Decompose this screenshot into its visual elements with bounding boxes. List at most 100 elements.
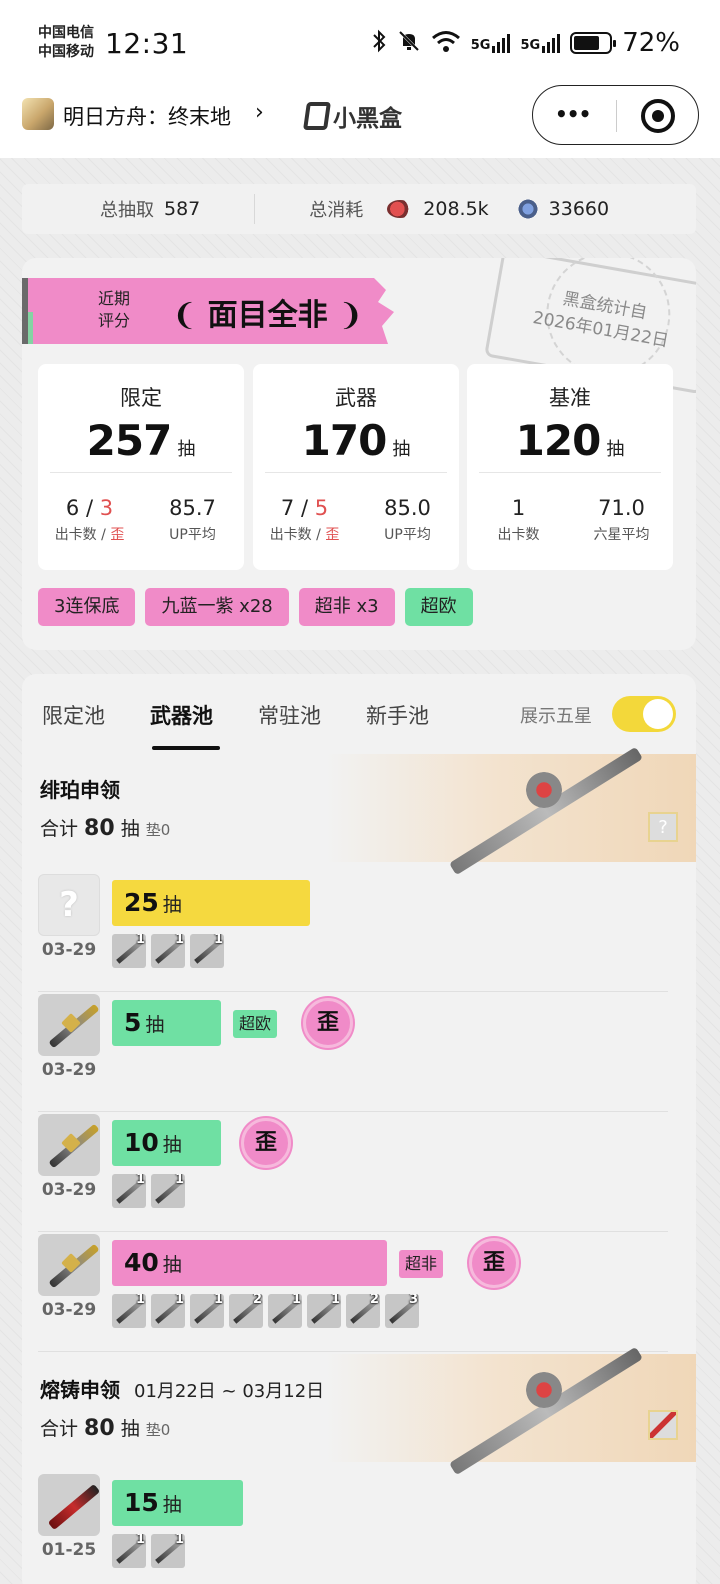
item-icon[interactable]: 1 [151, 934, 185, 968]
stat-box-0: 限定 257 抽 6 / 3 出卡数 / 歪 85.7 UP平均 [38, 364, 244, 570]
total-cost: 总消耗 208.5k 33660 [309, 194, 610, 224]
pool-total-label: 合计 [40, 1418, 85, 1440]
score-banner: 近期 评分 ❨ 面目全非 ❩ [22, 278, 394, 344]
brand-name: 小黑盒 [333, 106, 402, 132]
clock: 12:31 [105, 27, 189, 60]
signal-icon: 5G [471, 33, 511, 53]
status-icons: 5G 5G 72% [371, 28, 680, 58]
total-pulls: 总抽取 587 [100, 196, 200, 222]
summary-tag: 超非 x3 [298, 588, 395, 626]
pool-total-unit: 抽 [114, 818, 140, 840]
record-thumbnail [38, 994, 100, 1056]
weapon-blade [449, 746, 643, 876]
wifi-icon [431, 29, 461, 58]
summary-tag: 3连保底 [38, 588, 136, 626]
item-icon[interactable]: 1 [112, 1294, 146, 1328]
total-pulls-value: 587 [164, 198, 201, 220]
battery-icon [570, 32, 617, 54]
stat-left-value: 7 / 5 [253, 496, 356, 520]
currency-b-icon [513, 194, 542, 224]
laurel-left-icon: ❨ [172, 298, 198, 333]
capsule-divider [616, 100, 617, 132]
pull-record[interactable]: ? 03-29 25 抽 1 1 1 [38, 874, 668, 992]
pull-unit: 抽 [162, 1254, 182, 1276]
carrier-info: 中国电信 中国移动 [38, 24, 94, 62]
pull-count-bar: 15 抽 [112, 1480, 243, 1526]
item-icon[interactable]: 1 [112, 1174, 146, 1208]
item-icon[interactable]: 1 [268, 1294, 302, 1328]
tab-1[interactable]: 武器池 [150, 700, 213, 730]
close-miniprogram-button[interactable] [641, 99, 675, 133]
stat-key-red: 歪 [325, 527, 340, 543]
weapon-hilt [526, 772, 562, 808]
stat-right-key: UP平均 [384, 527, 431, 543]
stat-total: 120 抽 [467, 416, 673, 465]
item-icon[interactable]: 1 [151, 1534, 185, 1568]
stat-right-value: 85.7 [169, 496, 216, 520]
pool-banner: 熔铸申领 01月22日 ~ 03月12日 合计 80 抽垫0 [22, 1346, 696, 1476]
pool-tabs: 限定池 武器池 常驻池 新手池 展示五星 [22, 674, 696, 754]
item-icon[interactable]: 1 [112, 934, 146, 968]
item-icon[interactable]: 1 [190, 1294, 224, 1328]
mute-icon [397, 29, 421, 58]
pull-record[interactable]: 03-29 5 抽超欧歪 [38, 994, 668, 1112]
item-icon[interactable]: 1 [112, 1534, 146, 1568]
item-icon[interactable]: 2 [229, 1294, 263, 1328]
pool-name: 熔铸申领 [40, 1378, 120, 1402]
pull-count-bar: 5抽 [112, 1000, 221, 1046]
pull-record[interactable]: 03-29 40 抽超非歪 1 1 1 2 1 1 2 3 [38, 1234, 668, 1352]
stat-obtained: 1 [511, 496, 526, 520]
item-icon[interactable]: 1 [190, 934, 224, 968]
pull-record[interactable]: 01-25 15 抽 1 1 [38, 1474, 668, 1584]
signal-icon: 5G [520, 33, 561, 53]
item-icon[interactable]: 1 [151, 1294, 185, 1328]
stat-title: 限定 [120, 386, 162, 410]
stat-total: 170 抽 [253, 416, 459, 465]
carrier-2: 中国移动 [38, 44, 94, 60]
chevron-right-icon[interactable]: › [255, 100, 264, 125]
tab-3[interactable]: 新手池 [366, 700, 429, 730]
item-icon[interactable]: 2 [346, 1294, 380, 1328]
pull-count-bar: 25 抽 [112, 880, 310, 926]
stat-key-red: 歪 [110, 527, 125, 543]
item-count: 1 [174, 934, 184, 947]
record-thumbnail: ? [38, 874, 100, 936]
pull-record[interactable]: 03-29 10 抽歪 1 1 [38, 1114, 668, 1232]
record-items: 11 [112, 1534, 185, 1568]
weapon-hilt [526, 1372, 562, 1408]
off-banner-badge: 歪 [303, 998, 353, 1048]
page-content: 总抽取 587 总消耗 208.5k 33660 黑盒统计自 2026年01月2… [0, 158, 720, 1584]
pool-total-unit: 抽 [114, 1418, 140, 1440]
item-icon[interactable]: 1 [151, 1174, 185, 1208]
pull-count: 25 [124, 888, 159, 917]
off-banner-badge: 歪 [241, 1118, 291, 1168]
record-date: 03-29 [41, 1300, 97, 1320]
more-options-button[interactable]: ••• [555, 102, 591, 126]
pool-item-icon[interactable] [648, 1410, 678, 1440]
cost-b-value: 33660 [548, 198, 610, 220]
item-icon[interactable]: 1 [307, 1294, 341, 1328]
pool-item-icon[interactable]: ? [648, 812, 678, 842]
capsule-menu: ••• [532, 85, 699, 145]
brand-logo: 小黑盒 [303, 99, 402, 133]
stat-total: 257 抽 [38, 416, 244, 465]
pull-count: 15 [124, 1488, 159, 1517]
item-count: 2 [369, 1294, 379, 1307]
item-count: 1 [174, 1534, 184, 1547]
toggle-knob [643, 699, 673, 729]
pool-title: 熔铸申领 01月22日 ~ 03月12日 [40, 1374, 324, 1403]
stat-left: 1 出卡数 [467, 496, 570, 544]
stat-divider [50, 472, 232, 473]
stat-obtained: 7 [280, 496, 295, 520]
pool-total: 合计 80 抽垫0 [40, 1414, 170, 1441]
tab-0[interactable]: 限定池 [42, 700, 105, 730]
tab-2[interactable]: 常驻池 [258, 700, 321, 730]
luck-badge: 超欧 [233, 1010, 278, 1038]
app-name[interactable]: 明日方舟：终末地 [63, 101, 231, 131]
carrier-1: 中国电信 [38, 25, 94, 41]
show-five-star-toggle[interactable] [612, 696, 676, 732]
item-icon[interactable]: 3 [385, 1294, 419, 1328]
record-thumbnail [38, 1234, 100, 1296]
app-avatar[interactable] [22, 98, 54, 130]
pull-unit: 抽 [162, 1134, 182, 1156]
